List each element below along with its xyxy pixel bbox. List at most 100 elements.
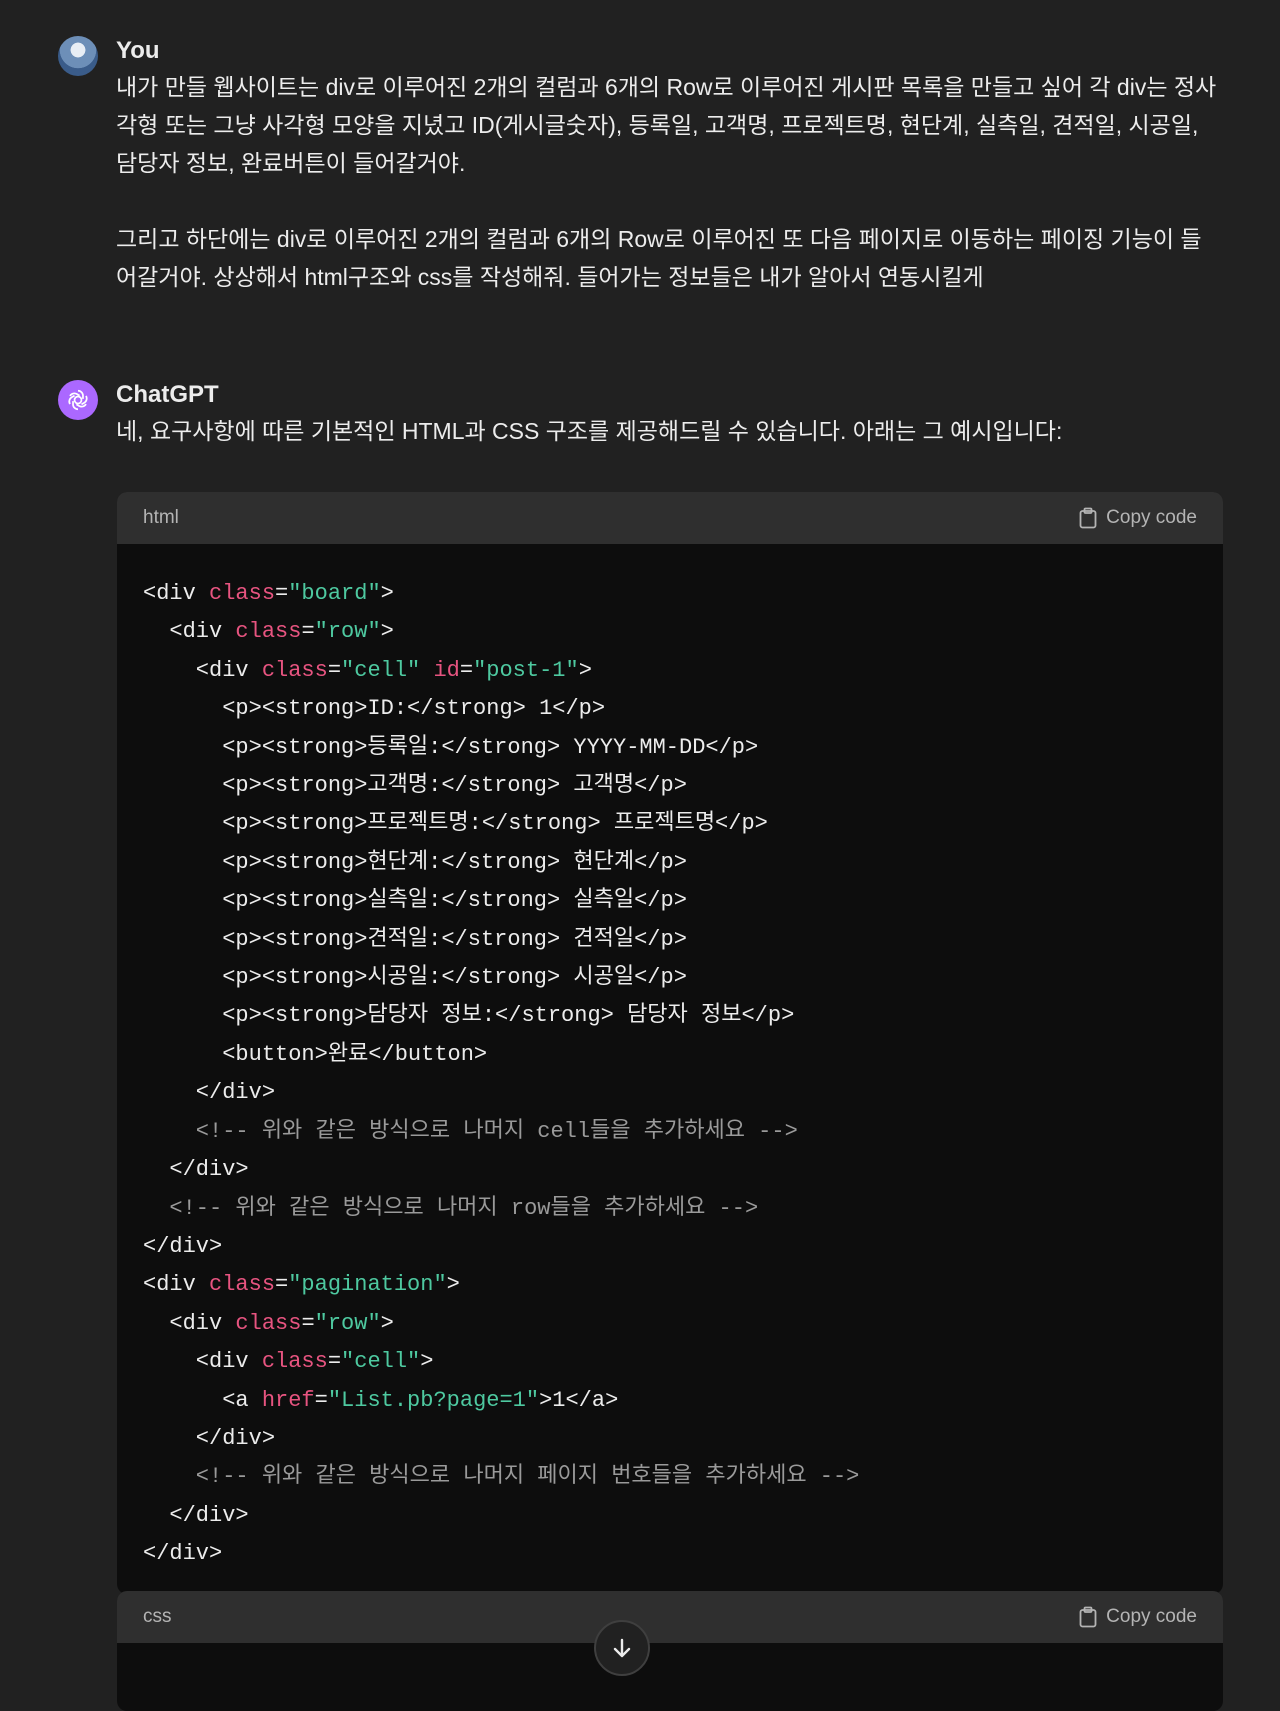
code-text-token: = [314,1387,328,1413]
code-text-token: <div [143,657,262,683]
user-paragraph: 그리고 하단에는 div로 이루어진 2개의 컬럼과 6개의 Row로 이루어진… [116,226,1202,290]
code-text-token: <p><strong>담당자 정보:</strong> 담당자 정보</p> [143,1003,795,1029]
user-message-body: 내가 만들 웹사이트는 div로 이루어진 2개의 컬럼과 6개의 Row로 이… [116,68,1222,296]
code-language-label: css [143,1606,172,1627]
code-text-token: = [327,1349,342,1375]
code-string-token: "row" [314,1310,381,1336]
code-line: <p><strong>견적일:</strong> 견적일</p> [143,927,687,952]
code-line: <p><strong>담당자 정보:</strong> 담당자 정보</p> [143,1003,794,1028]
code-string-token: "post-1" [473,657,579,683]
code-line: </div> [143,1541,222,1566]
code-line: </div> [143,1502,249,1528]
code-text-token: <p><strong>프로젝트명:</strong> 프로젝트명</p> [143,811,768,837]
code-text-token: > [578,657,592,683]
code-line: </div> [143,1234,222,1259]
user-avatar [58,36,98,76]
code-text-token: <div [143,1272,210,1298]
code-string-token: "List.pb?page=1" [327,1387,540,1413]
code-text-token: <div [143,581,210,606]
code-block-html: html Copy code <div class="board"> <div … [117,492,1223,1594]
code-line: <p><strong>등록일:</strong> YYYY-MM-DD</p> [143,735,758,760]
code-string-token: "board" [288,581,381,606]
code-string-token: "cell" [341,1349,421,1375]
assistant-avatar [58,380,98,420]
code-text-token: <div [143,1349,262,1375]
code-content[interactable]: <div class="board"> <div class="row"> <d… [117,544,1223,1594]
openai-logo-icon [68,389,88,411]
code-block-header: css Copy code [117,1591,1223,1643]
code-attr-token: href [261,1387,315,1413]
code-block-header: html Copy code [117,492,1223,544]
code-language-label: html [143,507,179,528]
code-text-token: </div> [143,1080,276,1106]
code-text-token: > [420,1349,434,1375]
code-text-token: <p><strong>실측일:</strong> 실측일</p> [143,888,687,914]
code-comment-token: <!-- 위와 같은 방식으로 나머지 row들을 추가하세요 --> [143,1195,759,1221]
code-line: <!-- 위와 같은 방식으로 나머지 row들을 추가하세요 --> [143,1196,758,1221]
code-line: <div class="row"> [143,1310,394,1336]
code-text-token: = [275,1272,289,1298]
code-line: <p><strong>시공일:</strong> 시공일</p> [143,965,687,990]
code-text-token: </div> [143,1425,276,1451]
code-text-token: = [301,1310,315,1336]
code-attr-token: class [235,619,302,645]
code-string-token: "pagination" [288,1272,447,1298]
code-attr-token: id [433,657,460,683]
copy-code-button[interactable]: Copy code [1078,1606,1197,1628]
code-comment-token: <!-- 위와 같은 방식으로 나머지 cell들을 추가하세요 --> [143,1118,798,1144]
code-text-token: <p><strong>고객명:</strong> 고객명</p> [143,773,687,799]
code-text-token: = [327,657,342,683]
code-text-token: </div> [143,1502,249,1528]
code-line: <!-- 위와 같은 방식으로 나머지 cell들을 추가하세요 --> [143,1119,798,1144]
copy-code-button[interactable]: Copy code [1078,507,1197,529]
assistant-author-name: ChatGPT [116,381,219,408]
copy-code-label: Copy code [1106,507,1197,528]
code-line: <div class="pagination"> [143,1272,460,1297]
user-paragraph: 내가 만들 웹사이트는 div로 이루어진 2개의 컬럼과 6개의 Row로 이… [116,74,1217,176]
code-text-token: <a [143,1387,262,1413]
code-line: <p><strong>고객명:</strong> 고객명</p> [143,773,687,798]
code-line: <div class="row"> [143,619,394,645]
code-line: </div> [143,1157,249,1183]
code-attr-token: class [235,1310,302,1336]
user-author-name: You [116,37,160,64]
code-text-token: = [301,619,315,645]
code-attr-token: class [209,1272,276,1298]
code-text-token: <div [143,619,236,645]
code-text-token: <button>완료</button> [143,1041,488,1067]
code-text-token: > [380,619,394,645]
code-line: <div class="cell"> [143,1349,434,1375]
code-text-token: </div> [143,1233,223,1259]
code-text-token: <p><strong>ID:</strong> 1</p> [143,696,606,722]
assistant-message: ChatGPT 네, 요구사항에 따른 기본적인 HTML과 CSS 구조를 제… [58,380,1222,444]
code-block-css: css Copy code [117,1591,1223,1711]
user-message: You 내가 만들 웹사이트는 div로 이루어진 2개의 컬럼과 6개의 Ro… [58,36,1222,296]
code-text-token: > [380,1310,394,1336]
arrow-down-icon [613,1638,631,1658]
code-string-token: "cell" [341,657,421,683]
code-line: </div> [143,1426,275,1451]
code-line: <a href="List.pb?page=1">1</a> [143,1388,618,1413]
assistant-intro: 네, 요구사항에 따른 기본적인 HTML과 CSS 구조를 제공해드릴 수 있… [116,418,1063,444]
code-text-token: <p><strong>등록일:</strong> YYYY-MM-DD</p> [143,734,759,760]
code-text-token: <p><strong>견적일:</strong> 견적일</p> [143,926,687,952]
code-line: <div class="board"> [143,581,394,606]
code-line: <div class="cell" id="post-1"> [143,658,592,683]
code-string-token: "row" [314,619,381,645]
code-comment-token: <!-- 위와 같은 방식으로 나머지 페이지 번호들을 추가하세요 --> [143,1464,860,1490]
clipboard-icon [1079,507,1097,529]
code-text-token: </div> [143,1541,223,1567]
code-text-token: <div [143,1310,236,1336]
code-line: <button>완료</button> [143,1042,487,1067]
code-text-token: <p><strong>현단계:</strong> 현단계</p> [143,849,687,875]
code-attr-token: class [261,657,328,683]
copy-code-label: Copy code [1106,1606,1197,1627]
code-line: <p><strong>ID:</strong> 1</p> [143,696,605,721]
code-text-token: </div> [143,1157,249,1183]
code-line: <!-- 위와 같은 방식으로 나머지 페이지 번호들을 추가하세요 --> [143,1464,860,1490]
code-attr-token: class [261,1349,328,1375]
code-line: <p><strong>프로젝트명:</strong> 프로젝트명</p> [143,811,768,836]
code-line: <p><strong>실측일:</strong> 실측일</p> [143,888,687,913]
code-text-token: <p><strong>시공일:</strong> 시공일</p> [143,965,687,991]
